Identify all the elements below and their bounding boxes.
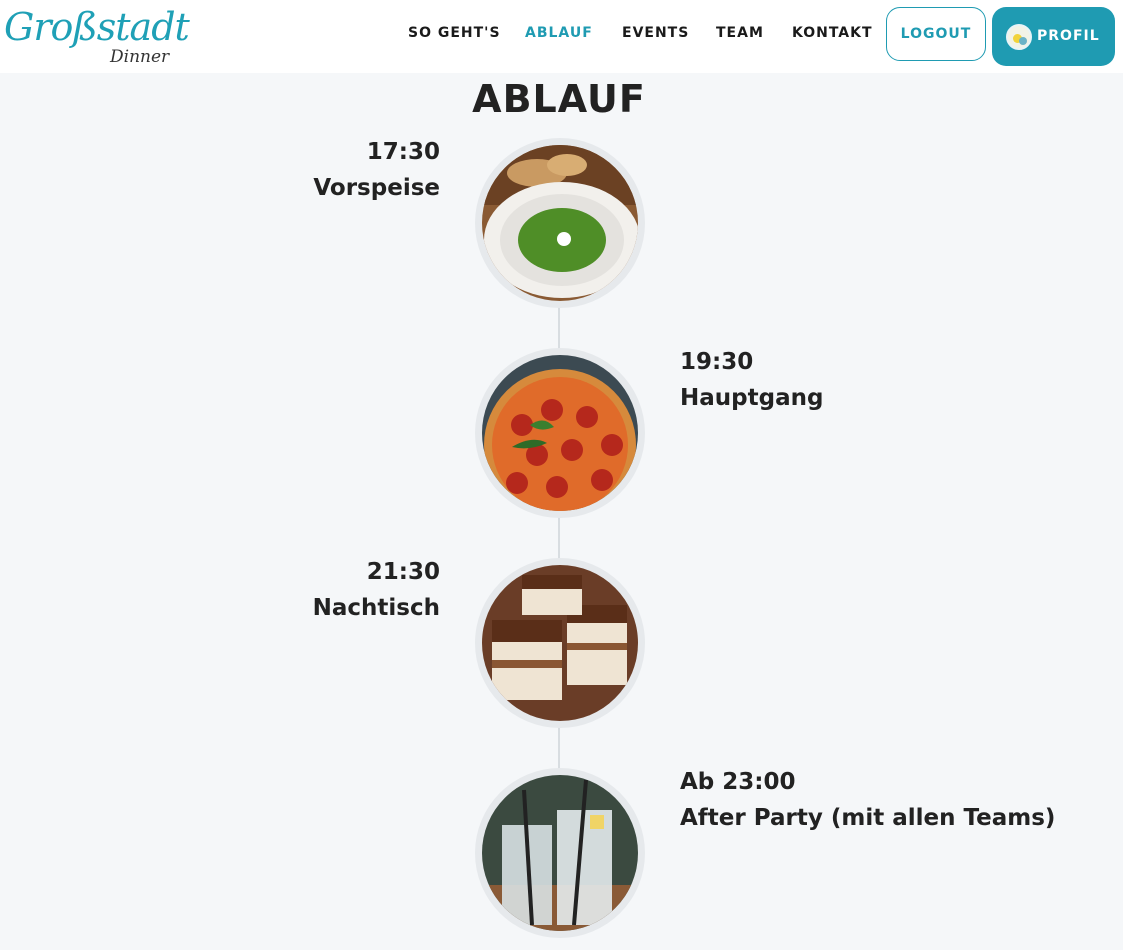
tiramisu-image (482, 565, 638, 721)
profil-label: PROFIL (1037, 28, 1100, 44)
nav-item-kontakt[interactable]: KONTAKT (792, 24, 873, 42)
entry-label: Hauptgang (680, 385, 824, 411)
course-image-frame (475, 138, 645, 308)
entry-label: After Party (mit allen Teams) (680, 805, 1056, 831)
site-header: Großstadt Dinner SO GEHT'S ABLAUF EVENTS… (0, 0, 1123, 73)
timeline-entry-text: 19:30 Hauptgang (680, 348, 823, 412)
logout-label: LOGOUT (900, 26, 972, 42)
entry-time: 17:30 (366, 139, 440, 165)
avatar (1006, 24, 1032, 50)
timeline-entry-text: Ab 23:00 After Party (mit allen Teams) (680, 768, 1055, 832)
entry-time: 19:30 (680, 349, 754, 375)
pepperoni-pizza-image (482, 355, 638, 511)
logout-button[interactable]: LOGOUT (886, 7, 986, 61)
avatar-shape (1019, 37, 1027, 45)
drinks-image (482, 775, 638, 931)
entry-time: Ab 23:00 (680, 769, 796, 795)
soup-bowl-image (482, 145, 638, 301)
nav-item-team[interactable]: TEAM (716, 24, 764, 42)
course-image-frame (475, 768, 645, 938)
nav-item-so-gehts[interactable]: SO GEHT'S (408, 24, 501, 42)
course-image-frame (475, 558, 645, 728)
timeline-entry-text: 21:30 Nachtisch (240, 558, 440, 622)
nav-item-events[interactable]: EVENTS (622, 24, 689, 42)
page-title: ABLAUF (472, 77, 646, 121)
main-nav: SO GEHT'S ABLAUF EVENTS TEAM KONTAKT LOG… (0, 0, 1123, 73)
course-image-frame (475, 348, 645, 518)
entry-label: Nachtisch (312, 595, 440, 621)
timeline-entry-text: 17:30 Vorspeise (240, 138, 440, 202)
entry-label: Vorspeise (313, 175, 440, 201)
profil-button[interactable]: PROFIL (992, 7, 1115, 66)
nav-item-ablauf[interactable]: ABLAUF (525, 24, 593, 42)
entry-time: 21:30 (366, 559, 440, 585)
